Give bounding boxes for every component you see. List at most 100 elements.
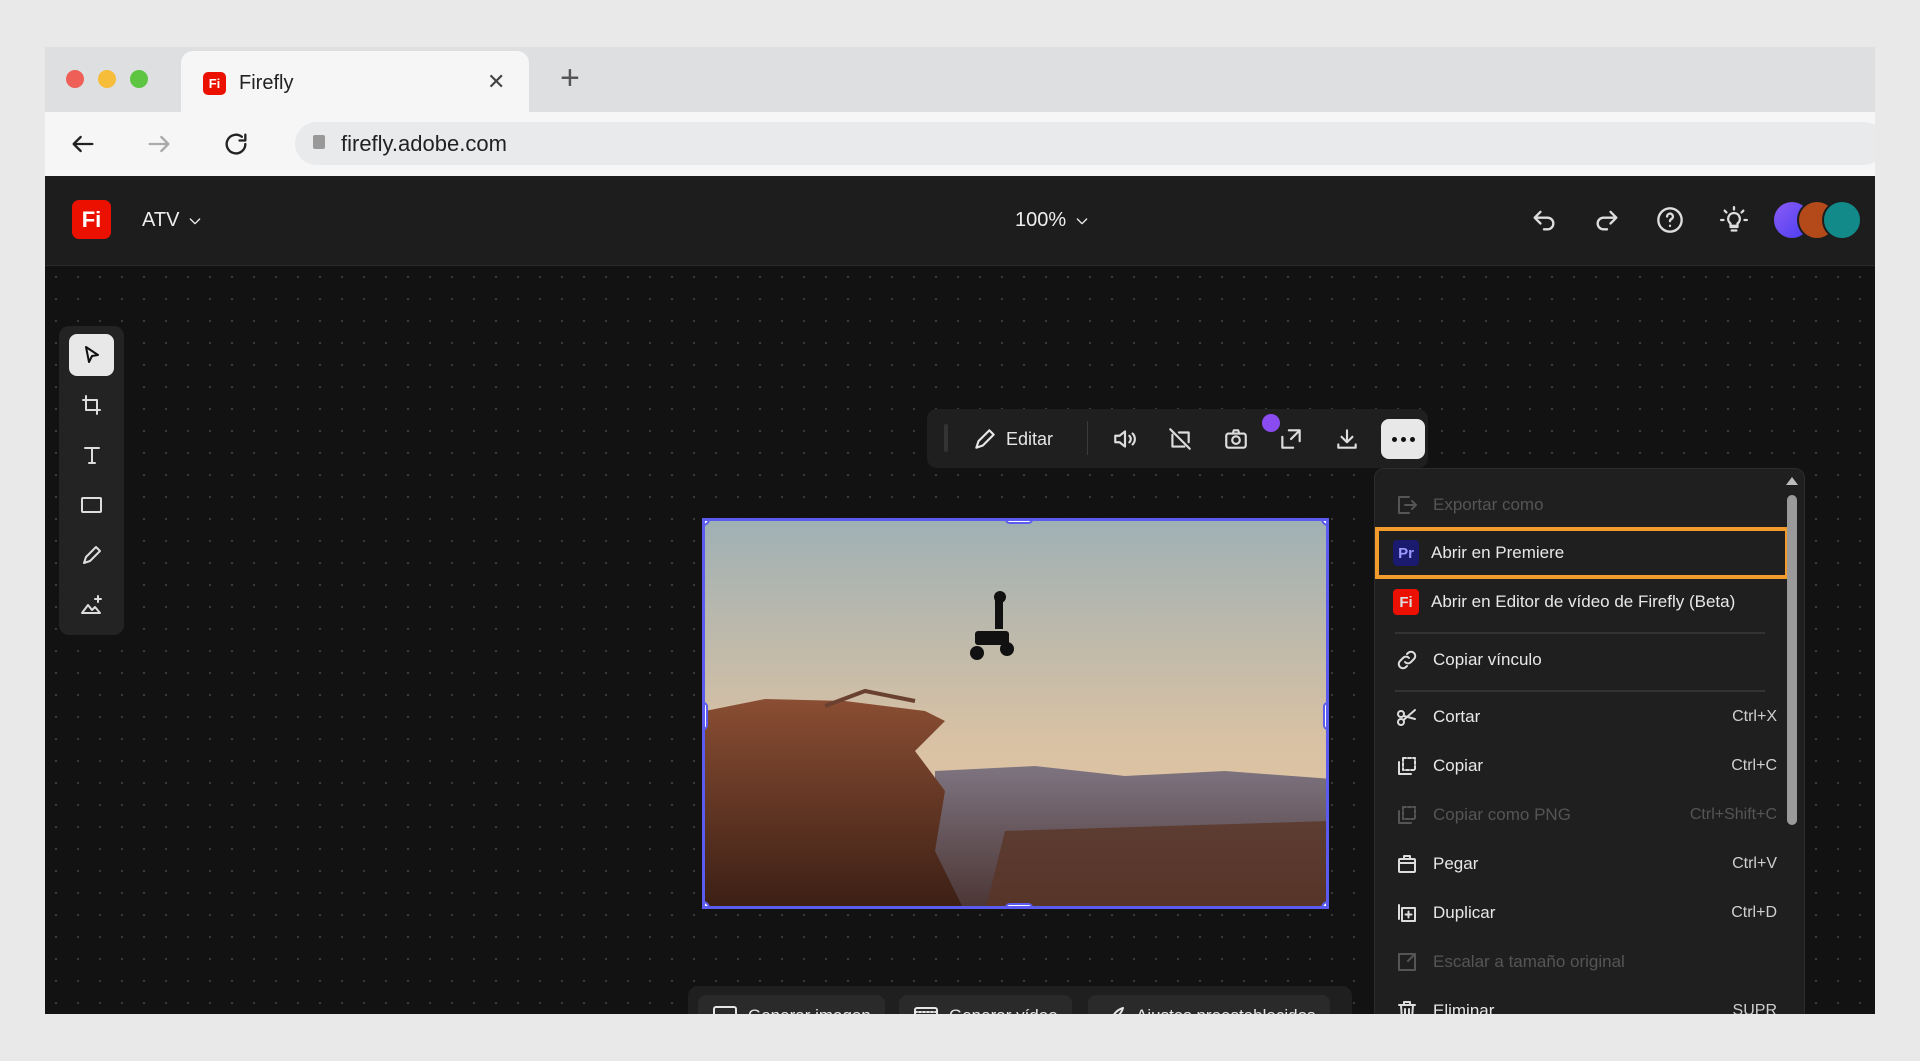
project-name: ATV <box>142 209 180 231</box>
copy-icon <box>1393 752 1421 780</box>
address-row: firefly.adobe.com <box>45 112 1875 176</box>
menu-item-export-as[interactable]: Exportar como <box>1393 484 1783 526</box>
menu-label: Exportar como <box>1433 495 1544 514</box>
trash-icon <box>1393 997 1421 1014</box>
menu-label: Cortar <box>1433 707 1481 726</box>
redo-icon[interactable] <box>1590 203 1624 237</box>
menu-item-scale-original[interactable]: Escalar a tamaño original <box>1393 941 1783 983</box>
edit-button[interactable]: Editar <box>972 419 1053 459</box>
presets-label: Ajustes preestablecidos <box>1136 1006 1316 1014</box>
menu-scrollbar[interactable] <box>1785 477 1799 1014</box>
generate-video-label: Generar vídeo <box>949 1006 1058 1014</box>
url-text: firefly.adobe.com <box>341 130 507 156</box>
scissors-icon <box>1393 703 1421 731</box>
link-icon <box>1393 646 1421 674</box>
menu-label: Eliminar <box>1433 1001 1495 1014</box>
menu-label: Duplicar <box>1433 903 1496 922</box>
premiere-icon: Pr <box>1393 540 1419 566</box>
menu-label: Escalar a tamaño original <box>1433 952 1625 971</box>
avatar[interactable] <box>1822 200 1862 240</box>
resize-handle[interactable] <box>1321 901 1326 906</box>
tab-bar: Fi Firefly ✕ + <box>45 47 1875 113</box>
tab-firefly[interactable]: Fi Firefly ✕ <box>181 51 529 113</box>
shape-tool-icon[interactable] <box>69 484 114 526</box>
more-options-button[interactable] <box>1381 419 1425 459</box>
export-icon <box>1393 491 1421 519</box>
forward-icon[interactable] <box>141 126 177 162</box>
presets-button[interactable]: Ajustes preestablecidos <box>1088 995 1330 1014</box>
menu-item-copy-link[interactable]: Copiar vínculo <box>1393 639 1783 681</box>
resize-handle[interactable] <box>705 702 708 730</box>
close-window-button[interactable] <box>66 70 84 88</box>
menu-item-copy[interactable]: Copiar Ctrl+C <box>1393 745 1783 787</box>
scroll-up-arrow[interactable] <box>1786 477 1798 485</box>
text-tool-icon[interactable] <box>69 434 114 476</box>
canvas[interactable]: Editar Exportar como Pr Abrir en Premier… <box>45 266 1875 1014</box>
copy-png-icon <box>1393 801 1421 829</box>
menu-label: Pegar <box>1433 854 1479 873</box>
drag-handle[interactable] <box>944 424 948 452</box>
chevron-down-icon <box>1074 213 1090 229</box>
remove-background-icon[interactable] <box>1160 419 1200 459</box>
pen-tool-icon[interactable] <box>69 534 114 576</box>
minimize-window-button[interactable] <box>98 70 116 88</box>
menu-label: Copiar como PNG <box>1433 805 1571 824</box>
browser-window: Fi Firefly ✕ + firefly.adobe.com Fi ATV … <box>45 47 1875 1014</box>
maximize-window-button[interactable] <box>130 70 148 88</box>
menu-item-open-in-premiere[interactable]: Pr Abrir en Premiere <box>1393 532 1783 574</box>
app-header: Fi ATV 100% <box>45 176 1875 266</box>
menu-item-copy-as-png[interactable]: Copiar como PNG Ctrl+Shift+C <box>1393 794 1783 836</box>
shortcut: Ctrl+C <box>1731 757 1777 774</box>
generate-image-tool-icon[interactable] <box>69 584 114 626</box>
generate-video-button[interactable]: Generar vídeo <box>899 995 1072 1014</box>
resize-handle[interactable] <box>1323 702 1326 730</box>
rocket-icon <box>1102 1004 1126 1014</box>
floating-toolbar: Editar <box>927 409 1428 468</box>
zoom-dropdown[interactable]: 100% <box>1015 209 1090 232</box>
menu-label: Copiar vínculo <box>1433 650 1542 669</box>
resize-handle[interactable] <box>1005 903 1033 906</box>
tab-title: Firefly <box>239 72 294 94</box>
scrollbar-thumb[interactable] <box>1787 495 1797 825</box>
firefly-logo[interactable]: Fi <box>72 200 111 239</box>
edit-label: Editar <box>1006 428 1054 449</box>
reload-icon[interactable] <box>218 126 254 162</box>
undo-icon[interactable] <box>1527 203 1561 237</box>
new-tab-button[interactable]: + <box>560 59 580 98</box>
tab-close-icon[interactable]: ✕ <box>487 69 505 95</box>
camera-icon[interactable] <box>1216 419 1256 459</box>
menu-item-open-in-firefly-video-editor[interactable]: Fi Abrir en Editor de vídeo de Firefly (B… <box>1393 581 1783 623</box>
download-icon[interactable] <box>1327 419 1367 459</box>
audio-icon[interactable] <box>1105 419 1145 459</box>
premium-crown-icon <box>1262 414 1280 432</box>
resize-handle[interactable] <box>1005 521 1033 524</box>
crop-tool-icon[interactable] <box>69 384 114 426</box>
shortcut: Ctrl+D <box>1731 904 1777 921</box>
menu-item-cut[interactable]: Cortar Ctrl+X <box>1393 696 1783 738</box>
zoom-level: 100% <box>1015 209 1067 231</box>
shortcut: Ctrl+V <box>1732 855 1777 872</box>
menu-item-duplicate[interactable]: Duplicar Ctrl+D <box>1393 892 1783 934</box>
selected-image[interactable] <box>702 518 1329 909</box>
generate-image-button[interactable]: Generar imagen <box>698 995 885 1014</box>
firefly-icon: Fi <box>1393 589 1419 615</box>
back-icon[interactable] <box>65 126 101 162</box>
image-icon <box>712 1005 738 1014</box>
tools-panel <box>59 326 124 635</box>
menu-label: Copiar <box>1433 756 1484 775</box>
scale-icon <box>1393 948 1421 976</box>
paste-icon <box>1393 850 1421 878</box>
select-tool-icon[interactable] <box>69 334 114 376</box>
menu-item-paste[interactable]: Pegar Ctrl+V <box>1393 843 1783 885</box>
duplicate-icon <box>1393 899 1421 927</box>
divider <box>1395 632 1765 634</box>
pencil-icon <box>972 426 998 452</box>
help-icon[interactable] <box>1653 203 1687 237</box>
lightbulb-icon[interactable] <box>1717 203 1751 237</box>
menu-item-delete[interactable]: Eliminar SUPR <box>1393 990 1783 1014</box>
film-icon <box>913 1005 939 1014</box>
project-menu[interactable]: ATV <box>142 209 203 232</box>
bottom-action-bar: Generar imagen Generar vídeo Ajustes pre… <box>688 986 1352 1014</box>
atv-cliff-photo <box>705 521 1326 906</box>
url-field[interactable]: firefly.adobe.com <box>295 122 1875 165</box>
